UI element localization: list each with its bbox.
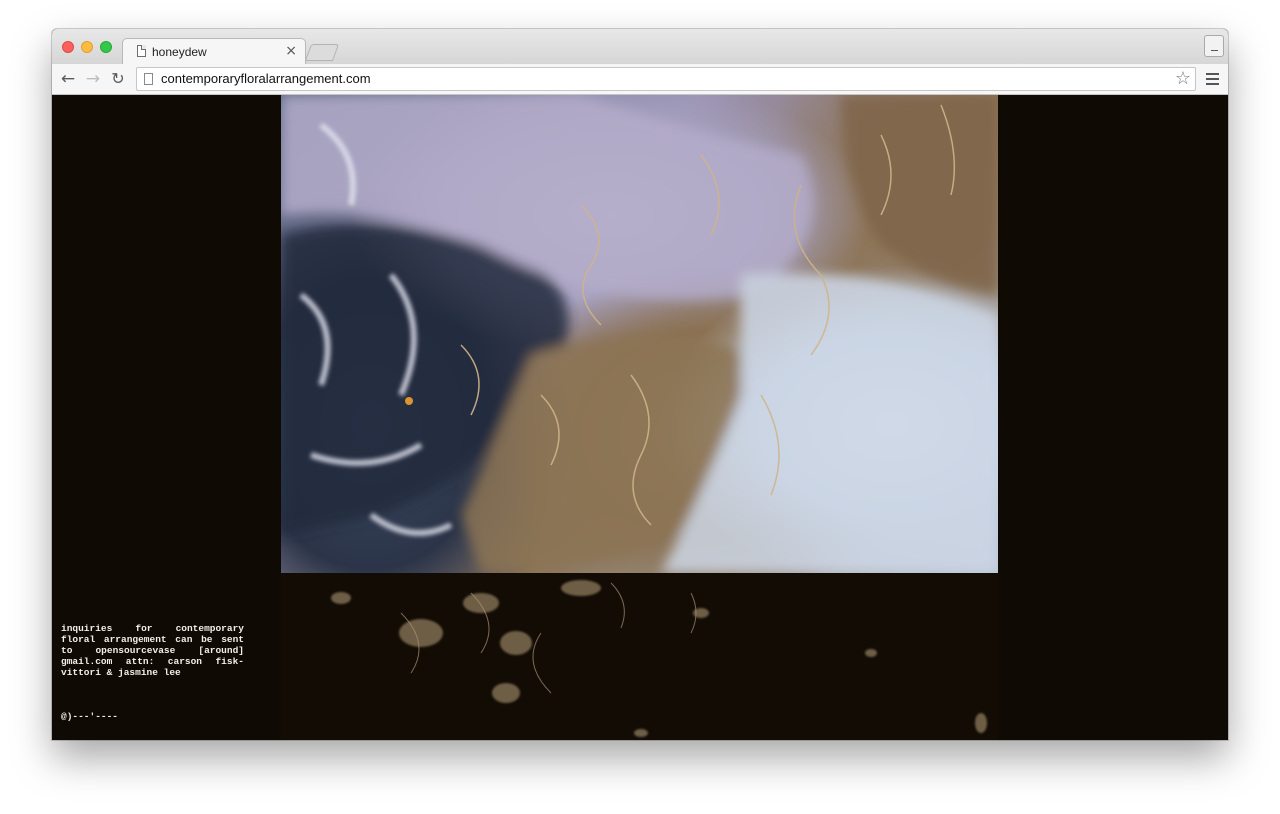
page-icon xyxy=(137,45,146,57)
back-arrow-icon[interactable]: ← xyxy=(57,68,79,90)
page-icon xyxy=(144,73,153,85)
tab-bar: honeydew × xyxy=(52,29,1228,66)
hero-photo xyxy=(281,95,998,573)
lower-photo xyxy=(281,573,998,740)
inquiry-text: inquiries for contemporary floral arrang… xyxy=(61,623,244,678)
forward-arrow-icon[interactable]: → xyxy=(82,68,104,90)
page-viewport: inquiries for contemporary floral arrang… xyxy=(52,95,1228,740)
tab-title: honeydew xyxy=(152,45,207,59)
close-icon[interactable]: × xyxy=(285,43,297,59)
signature: @)---'---- xyxy=(61,711,119,722)
address-bar[interactable]: contemporaryfloralarrangement.com ☆ xyxy=(136,67,1196,91)
star-icon[interactable]: ☆ xyxy=(1175,68,1191,89)
close-window-button[interactable] xyxy=(62,41,74,53)
reload-icon[interactable]: ↻ xyxy=(107,68,129,90)
zoom-window-button[interactable] xyxy=(100,41,112,53)
minimize-window-button[interactable] xyxy=(81,41,93,53)
browser-window: honeydew × ← → ↻ contemporaryfloralarran… xyxy=(52,29,1228,740)
browser-toolbar: ← → ↻ contemporaryfloralarrangement.com … xyxy=(52,64,1228,95)
menu-icon[interactable] xyxy=(1206,73,1219,85)
tab-honeydew[interactable]: honeydew × xyxy=(122,38,306,66)
minimize-icon[interactable] xyxy=(1204,35,1224,57)
url-text[interactable]: contemporaryfloralarrangement.com xyxy=(161,71,371,86)
new-tab-button[interactable] xyxy=(304,44,340,61)
